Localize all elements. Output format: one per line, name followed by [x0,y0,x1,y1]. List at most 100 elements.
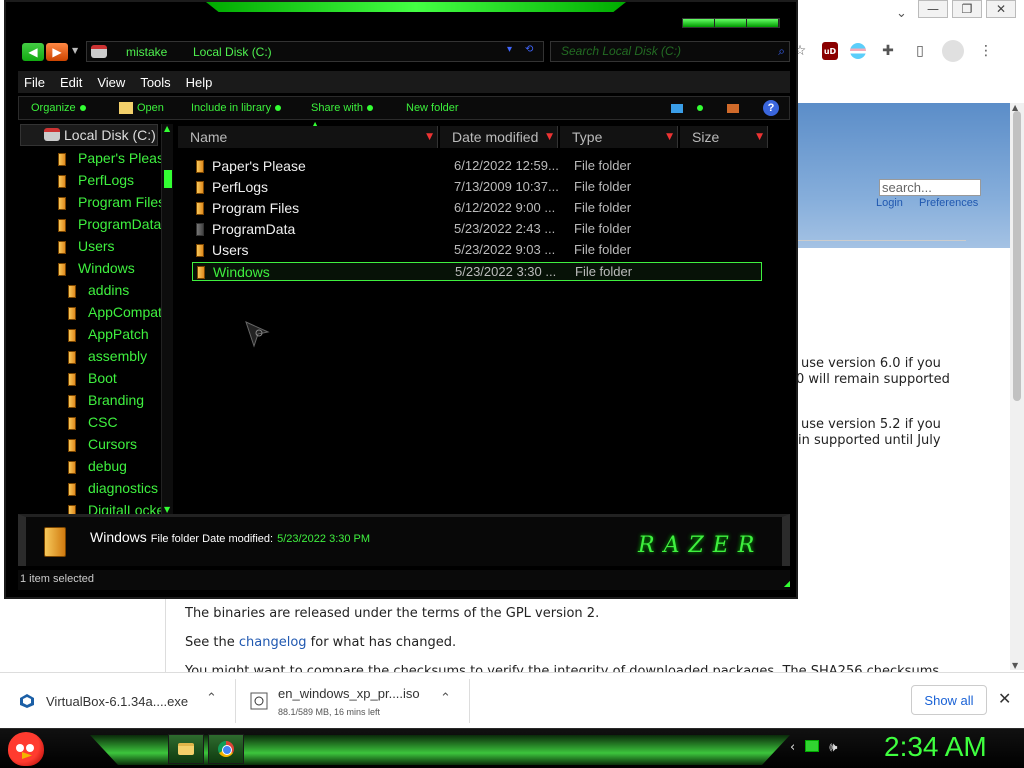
menu-edit[interactable]: Edit [60,75,82,90]
column-filter-icon[interactable]: ▼ [546,126,553,148]
profile-avatar[interactable] [942,40,964,62]
file-type-cell: File folder [574,158,632,173]
column-filter-icon[interactable]: ▼ [756,126,763,148]
file-date-cell: 6/12/2022 9:00 ... [454,200,556,215]
nav-tree-item[interactable]: Windows [78,260,135,276]
file-row[interactable]: Paper's Please 6/12/2022 12:59... File fol… [192,157,762,176]
file-row[interactable]: ProgramData 5/23/2022 2:43 ... File folder [192,220,762,239]
file-row[interactable]: PerfLogs 7/13/2009 10:37... File folder [192,178,762,197]
download-item[interactable]: VirtualBox-6.1.34a....exe ⌃ [18,679,236,723]
pride-flag-extension-icon[interactable] [850,43,866,59]
close-button[interactable]: ✕ [986,0,1016,18]
include-in-library-button[interactable]: Include in library [191,102,282,114]
chevron-up-icon[interactable]: ⌃ [440,691,451,706]
breadcrumb-user[interactable]: mistake [126,45,167,59]
resize-grip-icon[interactable]: ◢ [784,579,790,588]
close-icon[interactable]: ✕ [998,689,1011,708]
taskbar-chrome-button[interactable] [208,734,244,764]
nav-tree-item[interactable]: PerfLogs [78,172,134,188]
breadcrumb-location[interactable]: Local Disk (C:) [193,45,272,59]
column-filter-icon[interactable]: ▼ [426,126,433,148]
tab-search-chevron-icon[interactable]: ⌄ [896,6,907,21]
help-icon[interactable]: ? [763,100,779,116]
column-header-name[interactable]: Name ▼ [178,126,438,148]
browser-menu-icon[interactable]: ⋮ [976,41,996,61]
file-row[interactable]: Users 5/23/2022 9:03 ... File folder [192,241,762,260]
nav-tree-item[interactable]: CSC [88,414,118,430]
nav-tree-item[interactable]: DigitalLocke [88,502,164,514]
menu-view[interactable]: View [97,75,125,90]
open-button[interactable]: Open [119,102,164,115]
nav-scroll-thumb[interactable] [164,170,172,188]
scroll-thumb[interactable] [1013,111,1021,401]
explorer-maximize-button[interactable] [715,19,747,27]
file-row[interactable]: Program Files 6/12/2022 9:00 ... File fold… [192,199,762,218]
search-input[interactable] [551,42,771,60]
address-bar[interactable]: mistake Local Disk (C:) ▾ ⟲ [86,41,544,62]
nav-tree-item[interactable]: Boot [88,370,117,386]
nav-tree-item[interactable]: addins [88,282,129,298]
file-date-cell: 5/23/2022 2:43 ... [454,221,556,236]
scroll-down-icon[interactable]: ▼ [1012,661,1018,670]
preview-pane-icon[interactable] [727,104,739,113]
login-link[interactable]: Login [876,197,903,209]
nav-tree-item[interactable]: Users [78,238,115,254]
address-dropdown-icon[interactable]: ▾ [507,44,512,55]
change-view-icon[interactable] [671,104,683,113]
nav-tree-item[interactable]: ProgramData [78,216,161,232]
download-item[interactable]: en_windows_xp_pr....iso 88.1/589 MB, 16 … [250,679,470,723]
column-header-size[interactable]: Size ▼ [680,126,768,148]
start-button[interactable] [8,732,44,766]
taskbar-clock[interactable]: 2:34 AM [884,731,987,763]
scroll-up-icon[interactable]: ▲ [164,124,170,133]
recent-pages-dropdown-icon[interactable]: ▼ [72,46,78,55]
nav-tree-item[interactable]: Program Files [78,194,165,210]
menu-help[interactable]: Help [186,75,213,90]
file-row[interactable]: Windows 5/23/2022 3:30 ... File folder [192,262,762,281]
gpl-text: The binaries are released under the term… [185,606,600,621]
file-type-cell: File folder [574,242,632,257]
restore-button[interactable]: ❐ [952,0,982,18]
back-button[interactable]: ◀ [22,43,44,61]
preferences-link[interactable]: Preferences [919,197,978,209]
changelog-link[interactable]: changelog [239,635,307,650]
nav-tree-item[interactable]: Paper's Pleas [78,150,164,166]
nav-scrollbar[interactable]: ▲ ▼ [161,124,173,514]
side-panel-icon[interactable]: ▯ [910,41,930,61]
explorer-close-button[interactable] [747,19,779,27]
tray-chevron-icon[interactable]: ‹ [790,740,795,755]
nav-tree-item[interactable]: AppPatch [88,326,149,342]
nav-tree-item[interactable]: diagnostics [88,480,158,496]
minimize-button[interactable]: — [918,0,948,18]
ublock-icon[interactable]: uD [822,42,838,60]
organize-button[interactable]: Organize [31,102,86,114]
nav-tree-item[interactable]: Cursors [88,436,137,452]
view-options-icon[interactable] [693,102,703,114]
column-header-type[interactable]: Type ▼ [560,126,678,148]
nav-tree-item[interactable]: assembly [88,348,147,364]
page-scrollbar[interactable]: ▲ ▼ [1010,103,1024,670]
menu-tools[interactable]: Tools [140,75,170,90]
nav-tree-item[interactable]: AppCompat [88,304,162,320]
nav-tree-item[interactable]: debug [88,458,127,474]
new-folder-button[interactable]: New folder [406,102,459,114]
nav-root-local-disk[interactable]: Local Disk (C:) [64,127,156,143]
show-all-button[interactable]: Show all [911,685,987,715]
refresh-icon[interactable]: ⟲ [525,44,533,55]
volume-icon[interactable]: 🕪 [829,740,837,755]
column-header-date[interactable]: Date modified ▼ [440,126,558,148]
column-filter-icon[interactable]: ▼ [666,126,673,148]
chevron-up-icon[interactable]: ⌃ [206,691,217,706]
menu-file[interactable]: File [24,75,45,90]
network-icon[interactable] [805,740,820,752]
forward-button[interactable]: ▶ [46,43,68,61]
search-icon[interactable]: ⌕ [778,44,785,59]
nav-tree-item[interactable]: Branding [88,392,144,408]
explorer-minimize-button[interactable] [683,19,715,27]
puzzle-extensions-icon[interactable]: ✚ [878,41,898,61]
share-with-button[interactable]: Share with [311,102,373,114]
scroll-down-icon[interactable]: ▼ [164,505,170,514]
webpage-search-input[interactable]: search... [879,179,981,196]
taskbar-explorer-button[interactable] [168,734,204,764]
explorer-search-box[interactable]: ⌕ [550,41,790,62]
